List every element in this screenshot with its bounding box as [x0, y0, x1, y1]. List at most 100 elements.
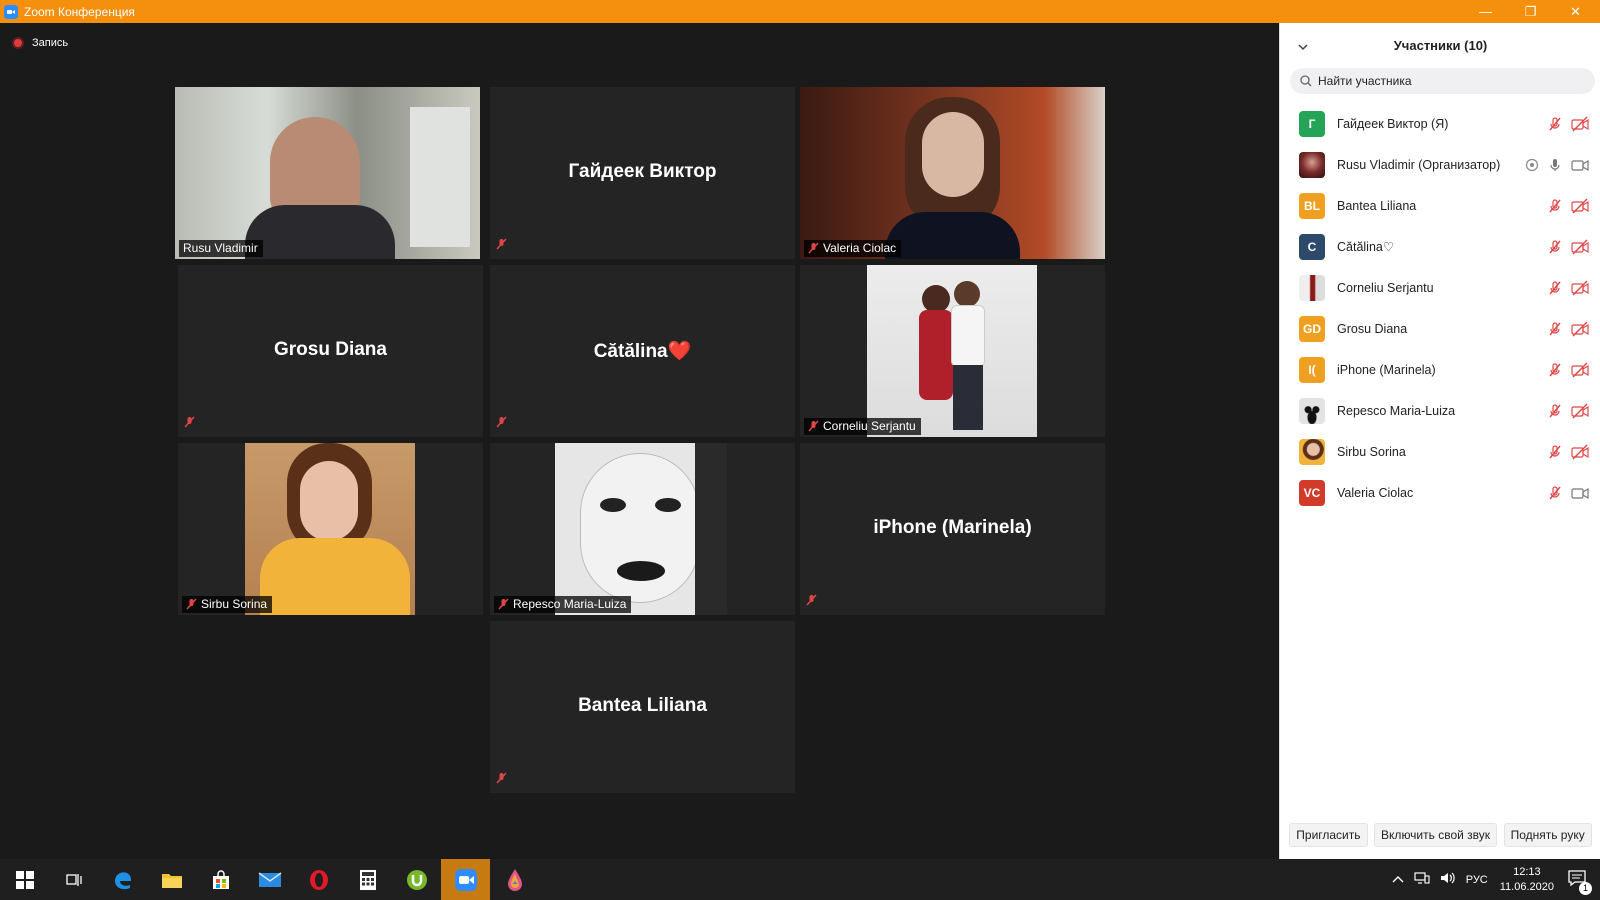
search-icon — [1300, 75, 1312, 87]
close-icon: ✕ — [1570, 3, 1581, 19]
participant-video — [800, 87, 1105, 259]
mic-muted-icon[interactable] — [1547, 485, 1563, 501]
mic-muted-icon[interactable] — [1547, 362, 1563, 378]
video-tile-valeria-ciolac[interactable]: Valeria Ciolac — [800, 87, 1105, 259]
unmute-self-button[interactable]: Включить свой звук — [1374, 823, 1498, 847]
participant-row[interactable]: C Cătălina♡ — [1280, 226, 1600, 267]
participant-row[interactable]: Corneliu Serjantu — [1280, 267, 1600, 308]
search-participant-input[interactable]: Найти участника — [1290, 68, 1595, 94]
network-icon[interactable] — [1414, 871, 1430, 888]
notifications-button[interactable]: 1 — [1568, 870, 1592, 895]
avatar: BL — [1299, 192, 1325, 219]
participant-row[interactable]: VC Valeria Ciolac — [1280, 472, 1600, 513]
mic-muted-icon[interactable] — [1547, 198, 1563, 214]
task-view-icon — [65, 873, 82, 886]
video-tile-gaideek-viktor[interactable]: Гайдеек Виктор — [490, 87, 795, 259]
video-off-icon[interactable] — [1571, 239, 1589, 255]
participant-video — [175, 87, 480, 259]
mic-muted-icon[interactable] — [1547, 403, 1563, 419]
video-tile-catalina[interactable]: Cătălina❤️ — [490, 265, 795, 437]
restore-icon: ❐ — [1524, 3, 1537, 19]
participant-row[interactable]: Rusu Vladimir (Организатор) — [1280, 144, 1600, 185]
clock[interactable]: 12:13 11.06.2020 — [1500, 865, 1554, 895]
participant-name-label: Repesco Maria-Luiza — [494, 596, 632, 613]
title-bar: Zoom Конференция — ❐ ✕ — [0, 0, 1600, 23]
video-tile-sirbu-sorina[interactable]: Sirbu Sorina — [178, 443, 483, 615]
taskbar-paint-app[interactable] — [490, 859, 539, 900]
window-title: Zoom Конференция — [24, 4, 135, 19]
taskbar-mail[interactable] — [245, 859, 294, 900]
avatar — [1299, 438, 1325, 465]
participants-list: Г Гайдеек Виктор (Я) Rusu Vladimir (Орга… — [1280, 103, 1600, 513]
video-off-icon[interactable] — [1571, 116, 1589, 132]
video-tile-corneliu-serjantu[interactable]: Corneliu Serjantu — [800, 265, 1105, 437]
utorrent-icon — [406, 869, 427, 890]
participant-photo — [867, 265, 1037, 437]
video-off-icon[interactable] — [1571, 362, 1589, 378]
taskbar-opera[interactable] — [294, 859, 343, 900]
participants-header: Участники (10) — [1280, 23, 1600, 68]
raise-hand-button[interactable]: Поднять руку — [1503, 823, 1592, 847]
taskbar-edge[interactable] — [98, 859, 147, 900]
participant-row[interactable]: BL Bantea Liliana — [1280, 185, 1600, 226]
participant-name-label: Rusu Vladimir — [179, 240, 263, 257]
video-icon[interactable] — [1571, 157, 1589, 173]
restore-button[interactable]: ❐ — [1508, 0, 1553, 23]
volume-icon[interactable] — [1440, 871, 1456, 888]
start-button[interactable] — [0, 859, 49, 900]
notification-count-badge: 1 — [1579, 882, 1592, 895]
video-tile-rusu-vladimir[interactable]: Rusu Vladimir — [175, 87, 480, 259]
participant-name-label: Sirbu Sorina — [182, 596, 273, 613]
recording-label: Запись — [32, 37, 69, 49]
drop-icon — [507, 868, 522, 891]
participants-panel: Участники (10) Найти участника Г Гайдеек… — [1279, 23, 1600, 859]
language-indicator[interactable]: РУС — [1466, 874, 1488, 886]
taskbar-explorer[interactable] — [147, 859, 196, 900]
video-tile-grosu-diana[interactable]: Grosu Diana — [178, 265, 483, 437]
participant-row[interactable]: GD Grosu Diana — [1280, 308, 1600, 349]
taskbar-utorrent[interactable] — [392, 859, 441, 900]
participant-name: Bantea Liliana — [578, 695, 707, 716]
video-off-icon[interactable] — [1571, 280, 1589, 296]
participant-name: Гайдеек Виктор (Я) — [1337, 116, 1449, 131]
taskbar-zoom[interactable] — [441, 859, 490, 900]
mic-muted-icon[interactable] — [1547, 116, 1563, 132]
opera-icon — [309, 869, 328, 890]
windows-taskbar: РУС 12:13 11.06.2020 1 — [0, 859, 1600, 900]
chevron-down-icon[interactable] — [1298, 39, 1308, 54]
video-off-icon[interactable] — [1571, 403, 1589, 419]
video-off-icon[interactable] — [1571, 321, 1589, 337]
taskbar-store[interactable] — [196, 859, 245, 900]
participant-name-label: Corneliu Serjantu — [804, 418, 921, 435]
participant-name: iPhone (Marinela) — [873, 517, 1032, 538]
recording-indicator[interactable]: Запись — [12, 37, 68, 49]
avatar — [1299, 151, 1325, 178]
taskbar-calculator[interactable] — [343, 859, 392, 900]
mic-muted-icon[interactable] — [1547, 280, 1563, 296]
participant-row[interactable]: Repesco Maria-Luiza — [1280, 390, 1600, 431]
participant-row[interactable]: Sirbu Sorina — [1280, 431, 1600, 472]
mic-muted-icon[interactable] — [1547, 321, 1563, 337]
participant-row[interactable]: Г Гайдеек Виктор (Я) — [1280, 103, 1600, 144]
zoom-icon — [454, 868, 477, 891]
clock-time: 12:13 — [1513, 865, 1541, 878]
video-tile-iphone-marinela[interactable]: iPhone (Marinela) — [800, 443, 1105, 615]
mic-muted-icon[interactable] — [1547, 444, 1563, 460]
zoom-app-icon — [4, 4, 18, 19]
invite-button[interactable]: Пригласить — [1289, 823, 1368, 847]
video-off-icon[interactable] — [1571, 444, 1589, 460]
participant-row[interactable]: I( iPhone (Marinela) — [1280, 349, 1600, 390]
task-view-button[interactable] — [49, 859, 98, 900]
mic-icon[interactable] — [1547, 157, 1563, 173]
minimize-button[interactable]: — — [1463, 0, 1508, 23]
video-icon[interactable] — [1571, 485, 1589, 501]
close-button[interactable]: ✕ — [1553, 0, 1598, 23]
video-tile-repesco-maria-luiza[interactable]: Repesco Maria-Luiza — [490, 443, 795, 615]
meeting-gallery: Запись Rusu Vladimir Гайдеек Виктор Vale… — [0, 23, 1279, 859]
chevron-up-icon[interactable] — [1392, 874, 1404, 886]
avatar: C — [1299, 233, 1325, 260]
video-tile-bantea-liliana[interactable]: Bantea Liliana — [490, 621, 795, 793]
video-off-icon[interactable] — [1571, 198, 1589, 214]
participant-name: Sirbu Sorina — [1337, 444, 1406, 459]
mic-muted-icon[interactable] — [1547, 239, 1563, 255]
